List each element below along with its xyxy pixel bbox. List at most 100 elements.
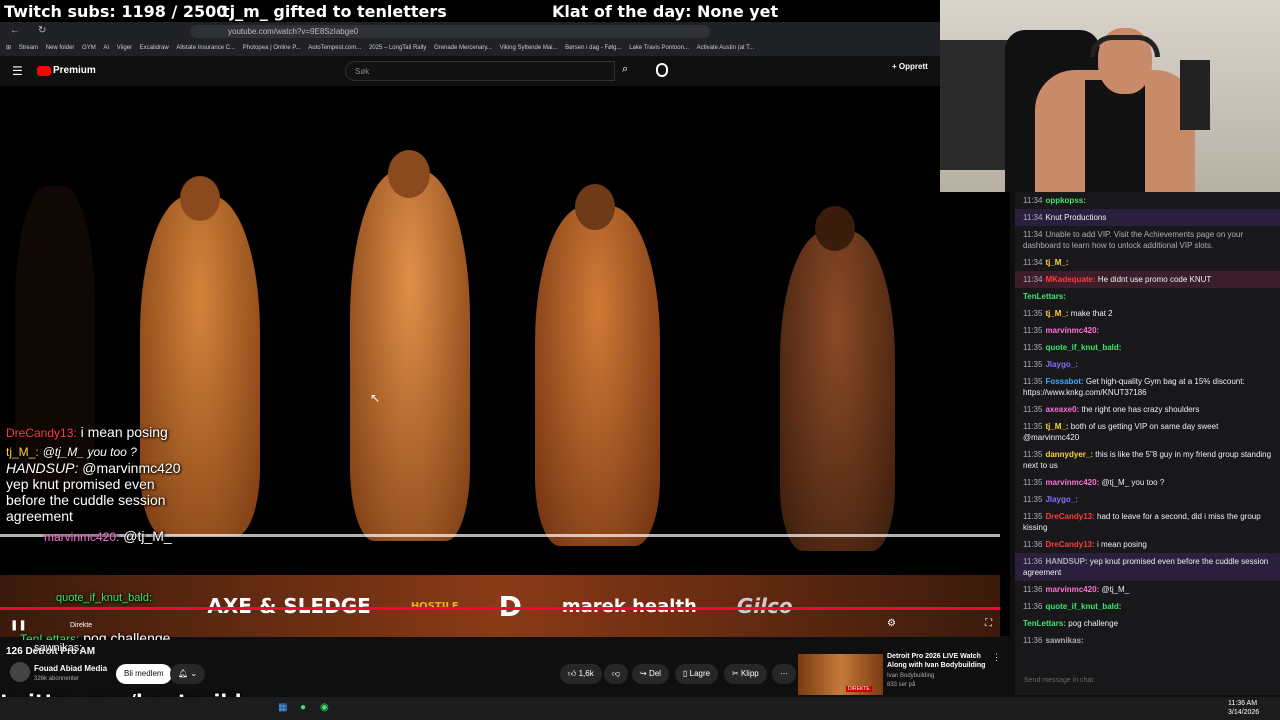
microphone-icon[interactable]	[656, 63, 668, 77]
notification-bell-button[interactable]: 🔔︎ ⌄	[170, 664, 206, 684]
bookmark-item[interactable]: Viking Syttende Mai...	[500, 45, 558, 51]
recommended-title[interactable]: Detroit Pro 2026 LIVE Watch Along with I…	[887, 652, 987, 670]
url-field[interactable]: youtube.com/watch?v=9E8SzIabge0	[190, 25, 710, 38]
bodybuilder-figure	[350, 171, 470, 541]
chat-user[interactable]: Jlaygo_:	[1045, 360, 1077, 369]
search-input[interactable]: Søk	[345, 61, 615, 81]
chat-user[interactable]: quote_if_knut_bald:	[1045, 343, 1121, 352]
chat-user[interactable]: DreCandy13:	[1045, 540, 1094, 549]
back-icon[interactable]: ←	[10, 25, 20, 36]
join-button[interactable]: Bli medlem	[116, 664, 172, 684]
chat-user[interactable]: tj_M_:	[1045, 422, 1068, 431]
chat-user[interactable]: dannydyer_:	[1045, 450, 1093, 459]
search-placeholder: Søk	[355, 67, 370, 76]
create-label: Opprett	[898, 62, 928, 71]
menu-icon[interactable]: ☰	[12, 64, 23, 78]
headset-icon	[1090, 35, 1160, 57]
clock-time[interactable]: 11:36 AM	[1228, 700, 1257, 707]
overlay-chat-line: DreCandy13: i mean posing	[6, 424, 196, 441]
bookmark-item[interactable]: New folder	[46, 45, 75, 51]
bodybuilder-figure	[780, 231, 895, 551]
app-icon[interactable]: ▦	[278, 702, 287, 713]
chat-user[interactable]: Jlaygo_:	[1045, 495, 1077, 504]
bookmarks-bar: ⊞ Stream New folder GYM AI Viiger Excali…	[0, 40, 940, 56]
video-progress-bar[interactable]	[0, 607, 1000, 610]
chat-time: 11:35	[1023, 450, 1043, 459]
recommended-thumbnail[interactable]: DIREKTE	[798, 654, 883, 695]
recommended-views: 833 ser på	[887, 682, 916, 688]
chat-message: TenLettars:	[1015, 288, 1280, 305]
chat-message: 11:35 axeaxe0: the right one has crazy sh…	[1015, 401, 1280, 418]
bookmark-item[interactable]: Activate Austin (at T...	[697, 45, 755, 51]
share-label: Del	[648, 669, 661, 678]
bookmark-item[interactable]: GYM	[82, 45, 96, 51]
bookmark-item[interactable]: Lake Travis Pontoon...	[629, 45, 689, 51]
bookmark-item[interactable]: Grenade Mercenary...	[434, 45, 492, 51]
chat-time: 11:36	[1023, 636, 1043, 645]
more-button[interactable]: ⋯	[772, 664, 796, 684]
search-icon[interactable]: ⌕	[622, 63, 628, 76]
bookmark-item[interactable]: Viiger	[117, 45, 132, 51]
bookmark-item[interactable]: Allstate Insurance C...	[176, 45, 235, 51]
channel-avatar[interactable]	[10, 662, 30, 682]
chat-message: 11:36 marvinmc420: @tj_M_	[1015, 581, 1280, 598]
chat-user[interactable]: marvinmc420:	[1045, 585, 1099, 594]
whatsapp-icon[interactable]: ◉	[320, 702, 329, 713]
chat-user[interactable]: oppkopss:	[1045, 196, 1085, 205]
chat-user[interactable]: axeaxe0:	[1045, 405, 1079, 414]
bookmark-item[interactable]: Børsen i dag - Følg...	[565, 45, 621, 51]
clock-date[interactable]: 3/14/2026	[1228, 709, 1259, 716]
bookmark-item[interactable]: 2025 – LongTail Rally	[369, 45, 426, 51]
save-button[interactable]: ▯ Lagre	[675, 664, 719, 684]
more-vertical-icon[interactable]: ⋮	[992, 652, 1001, 663]
chat-time: 11:35	[1023, 309, 1043, 318]
create-button[interactable]: + Opprett	[892, 62, 928, 71]
fullscreen-icon[interactable]: ⛶	[985, 618, 992, 629]
cursor-icon: ↖	[370, 391, 381, 405]
bookmark-item[interactable]: Excalidraw	[140, 45, 169, 51]
chat-time: 11:35	[1023, 405, 1043, 414]
overlay-chat-line: marvinmc420: @tj_M_	[6, 528, 196, 545]
channel-name[interactable]: Fouad Abiad Media	[34, 664, 107, 673]
chat-user[interactable]: marvinmc420:	[1045, 478, 1099, 487]
dislike-button[interactable]: 👎︎	[604, 664, 629, 684]
bookmark-item[interactable]: Photopea | Online P...	[243, 45, 301, 51]
bookmark-item[interactable]: AutoTempest.com...	[308, 45, 361, 51]
overlay-chat-user: marvinmc420:	[44, 530, 120, 544]
chat-user[interactable]: tj_M_:	[1045, 309, 1068, 318]
video-player[interactable]: ↖	[0, 86, 1010, 636]
reload-icon[interactable]: ↻	[38, 25, 46, 36]
chat-user[interactable]: sawnikas:	[1045, 636, 1083, 645]
chat-user[interactable]: marvinmc420:	[1045, 326, 1099, 335]
chat-user[interactable]: quote_if_knut_bald:	[1045, 602, 1121, 611]
share-button[interactable]: ↪ Del	[632, 664, 669, 684]
chat-message: 11:35 marvinmc420:	[1015, 322, 1280, 339]
clip-button[interactable]: ✂ Klipp	[724, 664, 767, 684]
youtube-logo-icon[interactable]	[37, 66, 51, 76]
chat-text: Knut Productions	[1045, 213, 1107, 222]
chat-user[interactable]: DreCandy13:	[1045, 512, 1094, 521]
settings-icon[interactable]: ⚙	[887, 618, 896, 629]
chat-user[interactable]: tj_M_:	[1045, 258, 1068, 267]
chat-user[interactable]: TenLettars:	[1023, 619, 1066, 628]
apps-icon[interactable]: ⊞	[6, 44, 11, 51]
bodybuilder-head	[575, 184, 615, 230]
chat-input-placeholder: Send message in chat	[1024, 677, 1094, 684]
sponsor-logo: D	[498, 589, 522, 623]
chat-input[interactable]: Send message in chat	[1021, 674, 1271, 690]
overlay-chat-user: sawnikas:	[34, 642, 83, 654]
chat-time: 11:34	[1023, 196, 1043, 205]
bodybuilder-head	[388, 150, 430, 198]
gift-notice: tj_m_ gifted to tenletters	[222, 2, 447, 21]
chat-user[interactable]: Fossabot:	[1045, 377, 1083, 386]
overlay-chat-text: @tj_M_ you too ?	[42, 445, 137, 459]
bookmark-item[interactable]: AI	[103, 45, 109, 51]
chat-user[interactable]: HANDSUP:	[1045, 557, 1087, 566]
video-chat-overlay: DreCandy13: i mean posing tj_M_: @tj_M_ …	[6, 424, 196, 545]
bookmark-item[interactable]: Stream	[19, 45, 38, 51]
chat-user[interactable]: TenLettars:	[1023, 292, 1066, 301]
chat-user[interactable]: MKadequate:	[1045, 275, 1095, 284]
spotify-icon[interactable]: ●	[300, 702, 306, 713]
like-button[interactable]: 👍︎ 1,6k	[560, 664, 602, 684]
share-icon: ↪	[640, 669, 649, 678]
